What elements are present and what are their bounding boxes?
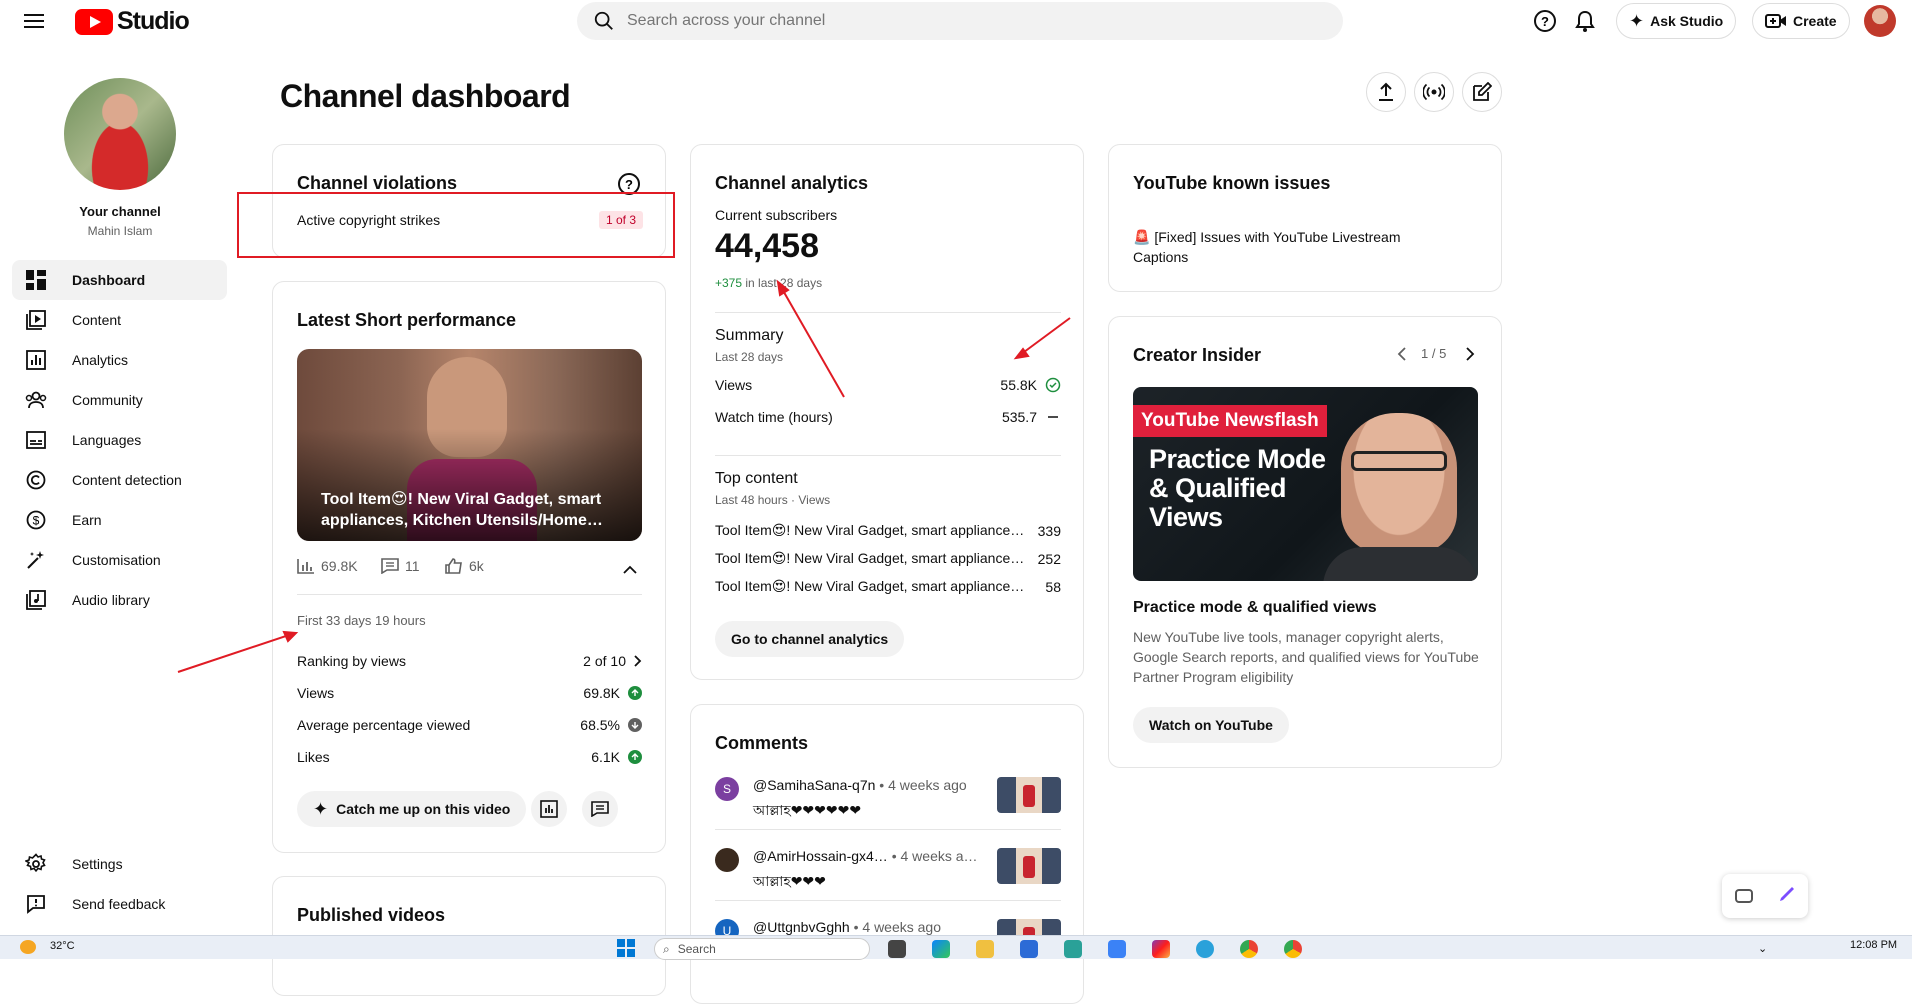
file-explorer-icon[interactable] [976,940,994,958]
chevron-up-icon[interactable]: ⌄ [1758,942,1767,955]
weather-temp[interactable]: 32°C [50,940,75,952]
store-icon[interactable] [1020,940,1038,958]
robot-icon[interactable] [1734,889,1753,903]
chrome-icon[interactable] [1240,940,1258,958]
chrome-icon[interactable] [1284,940,1302,958]
task-view-icon[interactable] [888,940,906,958]
app-icon[interactable] [1064,940,1082,958]
search-icon: ⌕ [663,941,670,956]
weather-icon [20,940,36,954]
app-icon[interactable] [1108,940,1126,958]
annotation-arrows [177,279,1071,673]
taskbar-search-placeholder: Search [677,942,716,956]
clock-time[interactable]: 12:08 PM [1850,939,1897,951]
windows-start-icon[interactable] [617,939,635,957]
edge-icon[interactable] [932,940,950,958]
instagram-icon[interactable] [1152,940,1170,958]
telegram-icon[interactable] [1196,940,1214,958]
taskbar: 32°C ⌕ Search ⌄ 12:08 PM [0,935,1912,960]
pen-icon[interactable] [1778,885,1796,908]
taskbar-search[interactable]: ⌕ Search [654,938,870,960]
floating-widget [1722,874,1808,918]
